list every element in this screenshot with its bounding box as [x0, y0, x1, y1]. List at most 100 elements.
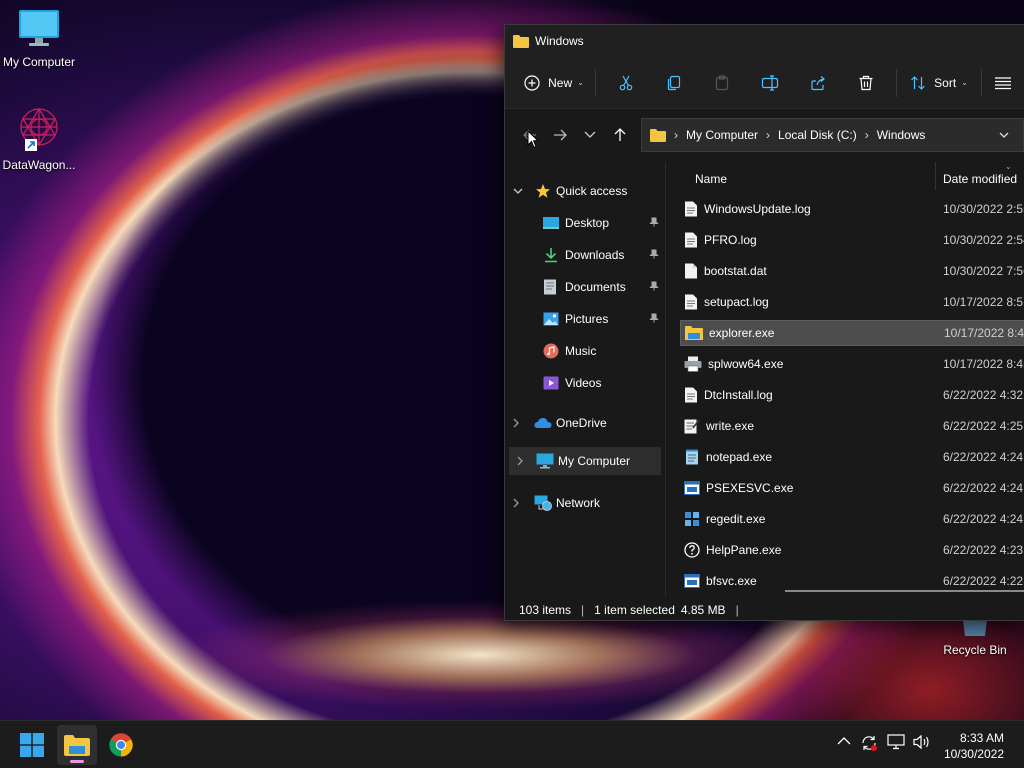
file-name: PFRO.log — [704, 233, 757, 247]
file-row[interactable]: write.exe 6/22/2022 4:25 I — [680, 413, 1024, 439]
pin-icon — [649, 248, 659, 262]
toolbar-separator — [595, 68, 596, 97]
sort-button[interactable]: Sort ⌄ — [903, 67, 975, 99]
taskbar-file-explorer[interactable] — [57, 725, 97, 765]
chevron-down-icon — [584, 131, 596, 138]
toolbar-separator — [981, 68, 982, 97]
printer-icon — [684, 356, 702, 372]
file-row[interactable]: regedit.exe 6/22/2022 4:24 I — [680, 506, 1024, 532]
trash-icon — [859, 75, 873, 90]
paste-button[interactable] — [698, 67, 746, 99]
file-date-modified: 6/22/2022 4:24 I — [943, 481, 1024, 495]
copy-button[interactable] — [650, 67, 698, 99]
app-window-icon — [684, 574, 700, 588]
show-hidden-icons-button[interactable] — [837, 735, 851, 749]
nav-item-desktop[interactable]: Desktop — [543, 210, 659, 236]
nav-label: Documents — [565, 280, 626, 294]
address-dropdown-icon[interactable] — [999, 128, 1009, 142]
chevron-down-icon — [513, 188, 523, 194]
horizontal-scrollbar[interactable] — [785, 590, 1024, 592]
sync-status-button[interactable] — [860, 734, 878, 755]
taskbar: 8:33 AM 10/30/2022 — [0, 720, 1024, 768]
nav-item-documents[interactable]: Documents — [543, 274, 659, 300]
column-header-date-modified[interactable]: Date modified — [943, 172, 1017, 186]
share-button[interactable] — [794, 67, 842, 99]
breadcrumb-my-computer[interactable]: My Computer — [686, 128, 758, 142]
chevron-up-icon — [837, 737, 851, 745]
pane-splitter[interactable] — [665, 162, 666, 597]
windows-logo-icon — [20, 733, 44, 757]
nav-item-downloads[interactable]: Downloads — [543, 242, 659, 268]
forward-button[interactable] — [545, 120, 575, 150]
delete-button[interactable] — [842, 67, 890, 99]
file-row[interactable]: splwow64.exe 10/17/2022 8:45 — [680, 351, 1024, 377]
file-row[interactable]: HelpPane.exe 6/22/2022 4:23 I — [680, 537, 1024, 563]
clock[interactable]: 8:33 AM 10/30/2022 — [944, 730, 1004, 762]
chevron-right-icon — [513, 418, 519, 428]
rename-button[interactable] — [746, 67, 794, 99]
file-row[interactable]: WindowsUpdate.log 10/30/2022 2:55 — [680, 196, 1024, 222]
nav-item-pictures[interactable]: Pictures — [543, 306, 659, 332]
file-date-modified: 10/30/2022 2:54 — [943, 233, 1024, 247]
file-date-modified: 6/22/2022 4:25 I — [943, 419, 1024, 433]
nav-item-my-computer[interactable]: My Computer — [509, 447, 661, 475]
file-date-modified: 10/30/2022 2:55 — [943, 202, 1024, 216]
chevron-down-icon: ⌄ — [577, 78, 584, 87]
folder-icon — [513, 35, 529, 48]
up-button[interactable] — [605, 120, 635, 150]
breadcrumb-local-disk[interactable]: Local Disk (C:) — [778, 128, 857, 142]
file-row[interactable]: setupact.log 10/17/2022 8:51 — [680, 289, 1024, 315]
nav-item-onedrive[interactable]: OneDrive — [513, 410, 663, 436]
file-row[interactable]: notepad.exe 6/22/2022 4:24 I — [680, 444, 1024, 470]
file-name: bfsvc.exe — [706, 574, 757, 588]
start-button[interactable] — [12, 725, 52, 765]
nav-item-videos[interactable]: Videos — [543, 370, 659, 396]
computer-icon — [536, 453, 554, 469]
column-header-name[interactable]: Name — [695, 172, 727, 186]
view-button[interactable] — [988, 67, 1018, 99]
file-date-modified: 10/17/2022 8:45 — [943, 357, 1024, 371]
nav-label: My Computer — [558, 454, 631, 468]
volume-button[interactable] — [913, 734, 931, 753]
desktop-icon — [543, 217, 559, 229]
file-row[interactable]: PFRO.log 10/30/2022 2:54 — [680, 227, 1024, 253]
file-name: bootstat.dat — [704, 264, 767, 278]
breadcrumb-windows[interactable]: Windows — [877, 128, 926, 142]
column-divider[interactable] — [935, 162, 936, 190]
taskbar-chrome[interactable] — [101, 725, 141, 765]
file-name: DtcInstall.log — [704, 388, 773, 402]
chevron-right-icon — [517, 456, 523, 466]
file-name: WindowsUpdate.log — [704, 202, 811, 216]
window-titlebar[interactable]: Windows — [505, 25, 1024, 57]
file-row[interactable]: bootstat.dat 10/30/2022 7:56 — [680, 258, 1024, 284]
documents-icon — [544, 279, 556, 295]
write-icon — [684, 418, 700, 434]
cut-button[interactable] — [602, 67, 650, 99]
document-icon — [684, 232, 698, 248]
desktop-icon-my-computer[interactable]: My Computer — [0, 8, 81, 69]
network-icon — [534, 495, 552, 511]
nav-item-network[interactable]: Network — [513, 490, 663, 516]
recent-locations-button[interactable] — [575, 120, 605, 150]
desktop-icon-datawagon[interactable]: DataWagon... — [0, 105, 81, 172]
file-row[interactable]: explorer.exe 10/17/2022 8:45 — [680, 320, 1024, 346]
nav-label: Desktop — [565, 216, 610, 230]
status-bar: 103 items | 1 item selected 4.85 MB | — [505, 597, 1024, 622]
music-icon — [543, 343, 559, 359]
address-bar-row: › My Computer › Local Disk (C:) › Window… — [505, 109, 1024, 161]
network-status-button[interactable] — [887, 734, 905, 753]
nav-item-music[interactable]: Music — [543, 338, 659, 364]
file-name: notepad.exe — [706, 450, 773, 464]
scissors-icon — [619, 75, 633, 90]
file-row[interactable]: PSEXESVC.exe 6/22/2022 4:24 I — [680, 475, 1024, 501]
file-row[interactable]: DtcInstall.log 6/22/2022 4:32 I — [680, 382, 1024, 408]
nav-item-quick-access[interactable]: Quick access — [513, 178, 663, 204]
file-date-modified: 10/30/2022 7:56 — [943, 264, 1024, 278]
new-button[interactable]: New ⌄ — [519, 67, 589, 99]
file-date-modified: 10/17/2022 8:45 — [944, 326, 1024, 340]
clock-date: 10/30/2022 — [943, 747, 1004, 761]
breadcrumb-separator: › — [674, 128, 678, 142]
file-name: explorer.exe — [709, 326, 775, 340]
paste-icon — [715, 74, 729, 90]
address-bar[interactable]: › My Computer › Local Disk (C:) › Window… — [641, 118, 1024, 152]
